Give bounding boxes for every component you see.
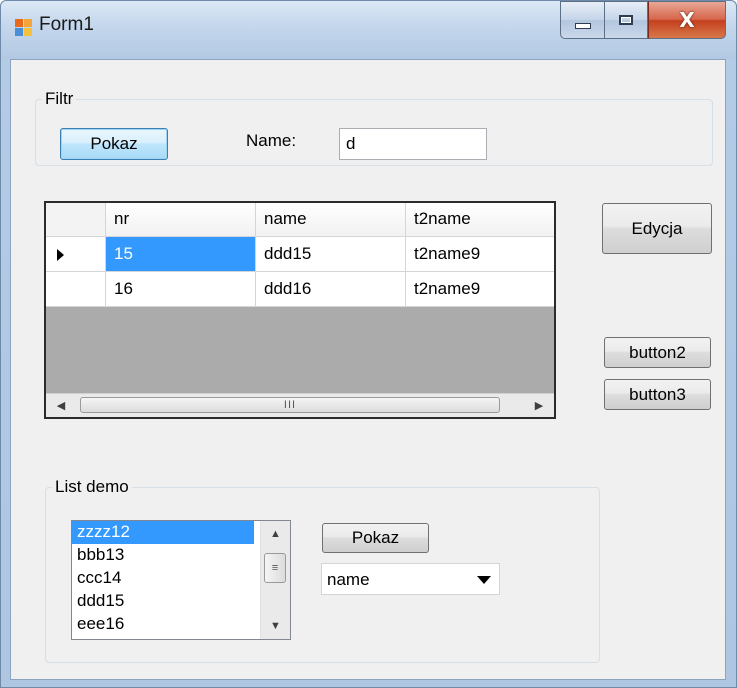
cell-nr[interactable]: 16 [106,272,256,307]
scroll-right-icon[interactable]: ▶ [524,394,554,417]
dropdown-arrow-icon[interactable] [477,576,491,584]
list-item[interactable]: zzzz12 [72,521,254,544]
data-grid[interactable]: nr name t2name 15 ddd15 t2name9 16 ddd16… [44,201,556,419]
maximize-icon [619,15,633,25]
form-client-area: Filtr Pokaz Name: nr name t2name 15 ddd1… [10,59,726,680]
edit-button[interactable]: Edycja [602,203,712,254]
scroll-up-icon[interactable]: ▲ [261,523,290,545]
field-combobox[interactable]: name [321,563,500,595]
listbox-vertical-scrollbar[interactable]: ▲ ≡ ▼ [260,521,290,639]
grid-scroll-thumb[interactable]: III [80,397,500,413]
window-title: Form1 [39,14,94,35]
app-window: Form1 X Filtr Pokaz Name: nr name t2name… [0,0,737,688]
filter-show-button[interactable]: Pokaz [60,128,168,160]
close-icon: X [679,8,695,32]
close-button[interactable]: X [648,1,726,39]
title-bar[interactable]: Form1 X [1,1,736,59]
column-header-nr[interactable]: nr [106,203,256,237]
filter-group-label: Filtr [42,89,77,109]
app-icon[interactable] [15,19,33,37]
column-header-name[interactable]: name [256,203,406,237]
row-pointer-icon [57,249,64,261]
cell-name[interactable]: ddd15 [256,237,406,272]
list-item[interactable]: eee16 [72,613,254,636]
list-item[interactable]: bbb13 [72,544,254,567]
cell-nr[interactable]: 15 [106,237,256,272]
cell-t2name[interactable]: t2name9 [406,272,554,307]
button3[interactable]: button3 [604,379,711,410]
table-row[interactable]: 15 ddd15 t2name9 [46,237,554,272]
scroll-left-icon[interactable]: ◀ [46,394,76,417]
name-filter-input[interactable] [339,128,487,160]
grid-horizontal-scrollbar[interactable]: ◀ III ▶ [46,393,554,417]
grid-header: nr name t2name [46,203,554,237]
list-item[interactable]: ccc14 [72,567,254,590]
cell-name[interactable]: ddd16 [256,272,406,307]
minimize-icon [574,23,591,29]
grid-corner-header[interactable] [46,203,106,237]
column-header-t2name[interactable]: t2name [406,203,554,237]
list-item[interactable]: ddd15 [72,590,254,613]
row-header[interactable] [46,272,106,307]
maximize-button[interactable] [604,1,648,39]
button2[interactable]: button2 [604,337,711,368]
name-label: Name: [246,131,297,150]
scroll-down-icon[interactable]: ▼ [261,615,290,637]
row-header[interactable] [46,237,106,272]
cell-t2name[interactable]: t2name9 [406,237,554,272]
items-listbox[interactable]: zzzz12 bbb13 ccc14 ddd15 eee16 ▲ ≡ ▼ [71,520,291,640]
list-show-button[interactable]: Pokaz [322,523,429,553]
table-row[interactable]: 16 ddd16 t2name9 [46,272,554,307]
minimize-button[interactable] [560,1,604,39]
listbox-scroll-thumb[interactable]: ≡ [264,553,286,583]
combobox-value: name [327,570,370,589]
list-demo-group-label: List demo [52,477,132,497]
caption-buttons: X [560,1,726,39]
